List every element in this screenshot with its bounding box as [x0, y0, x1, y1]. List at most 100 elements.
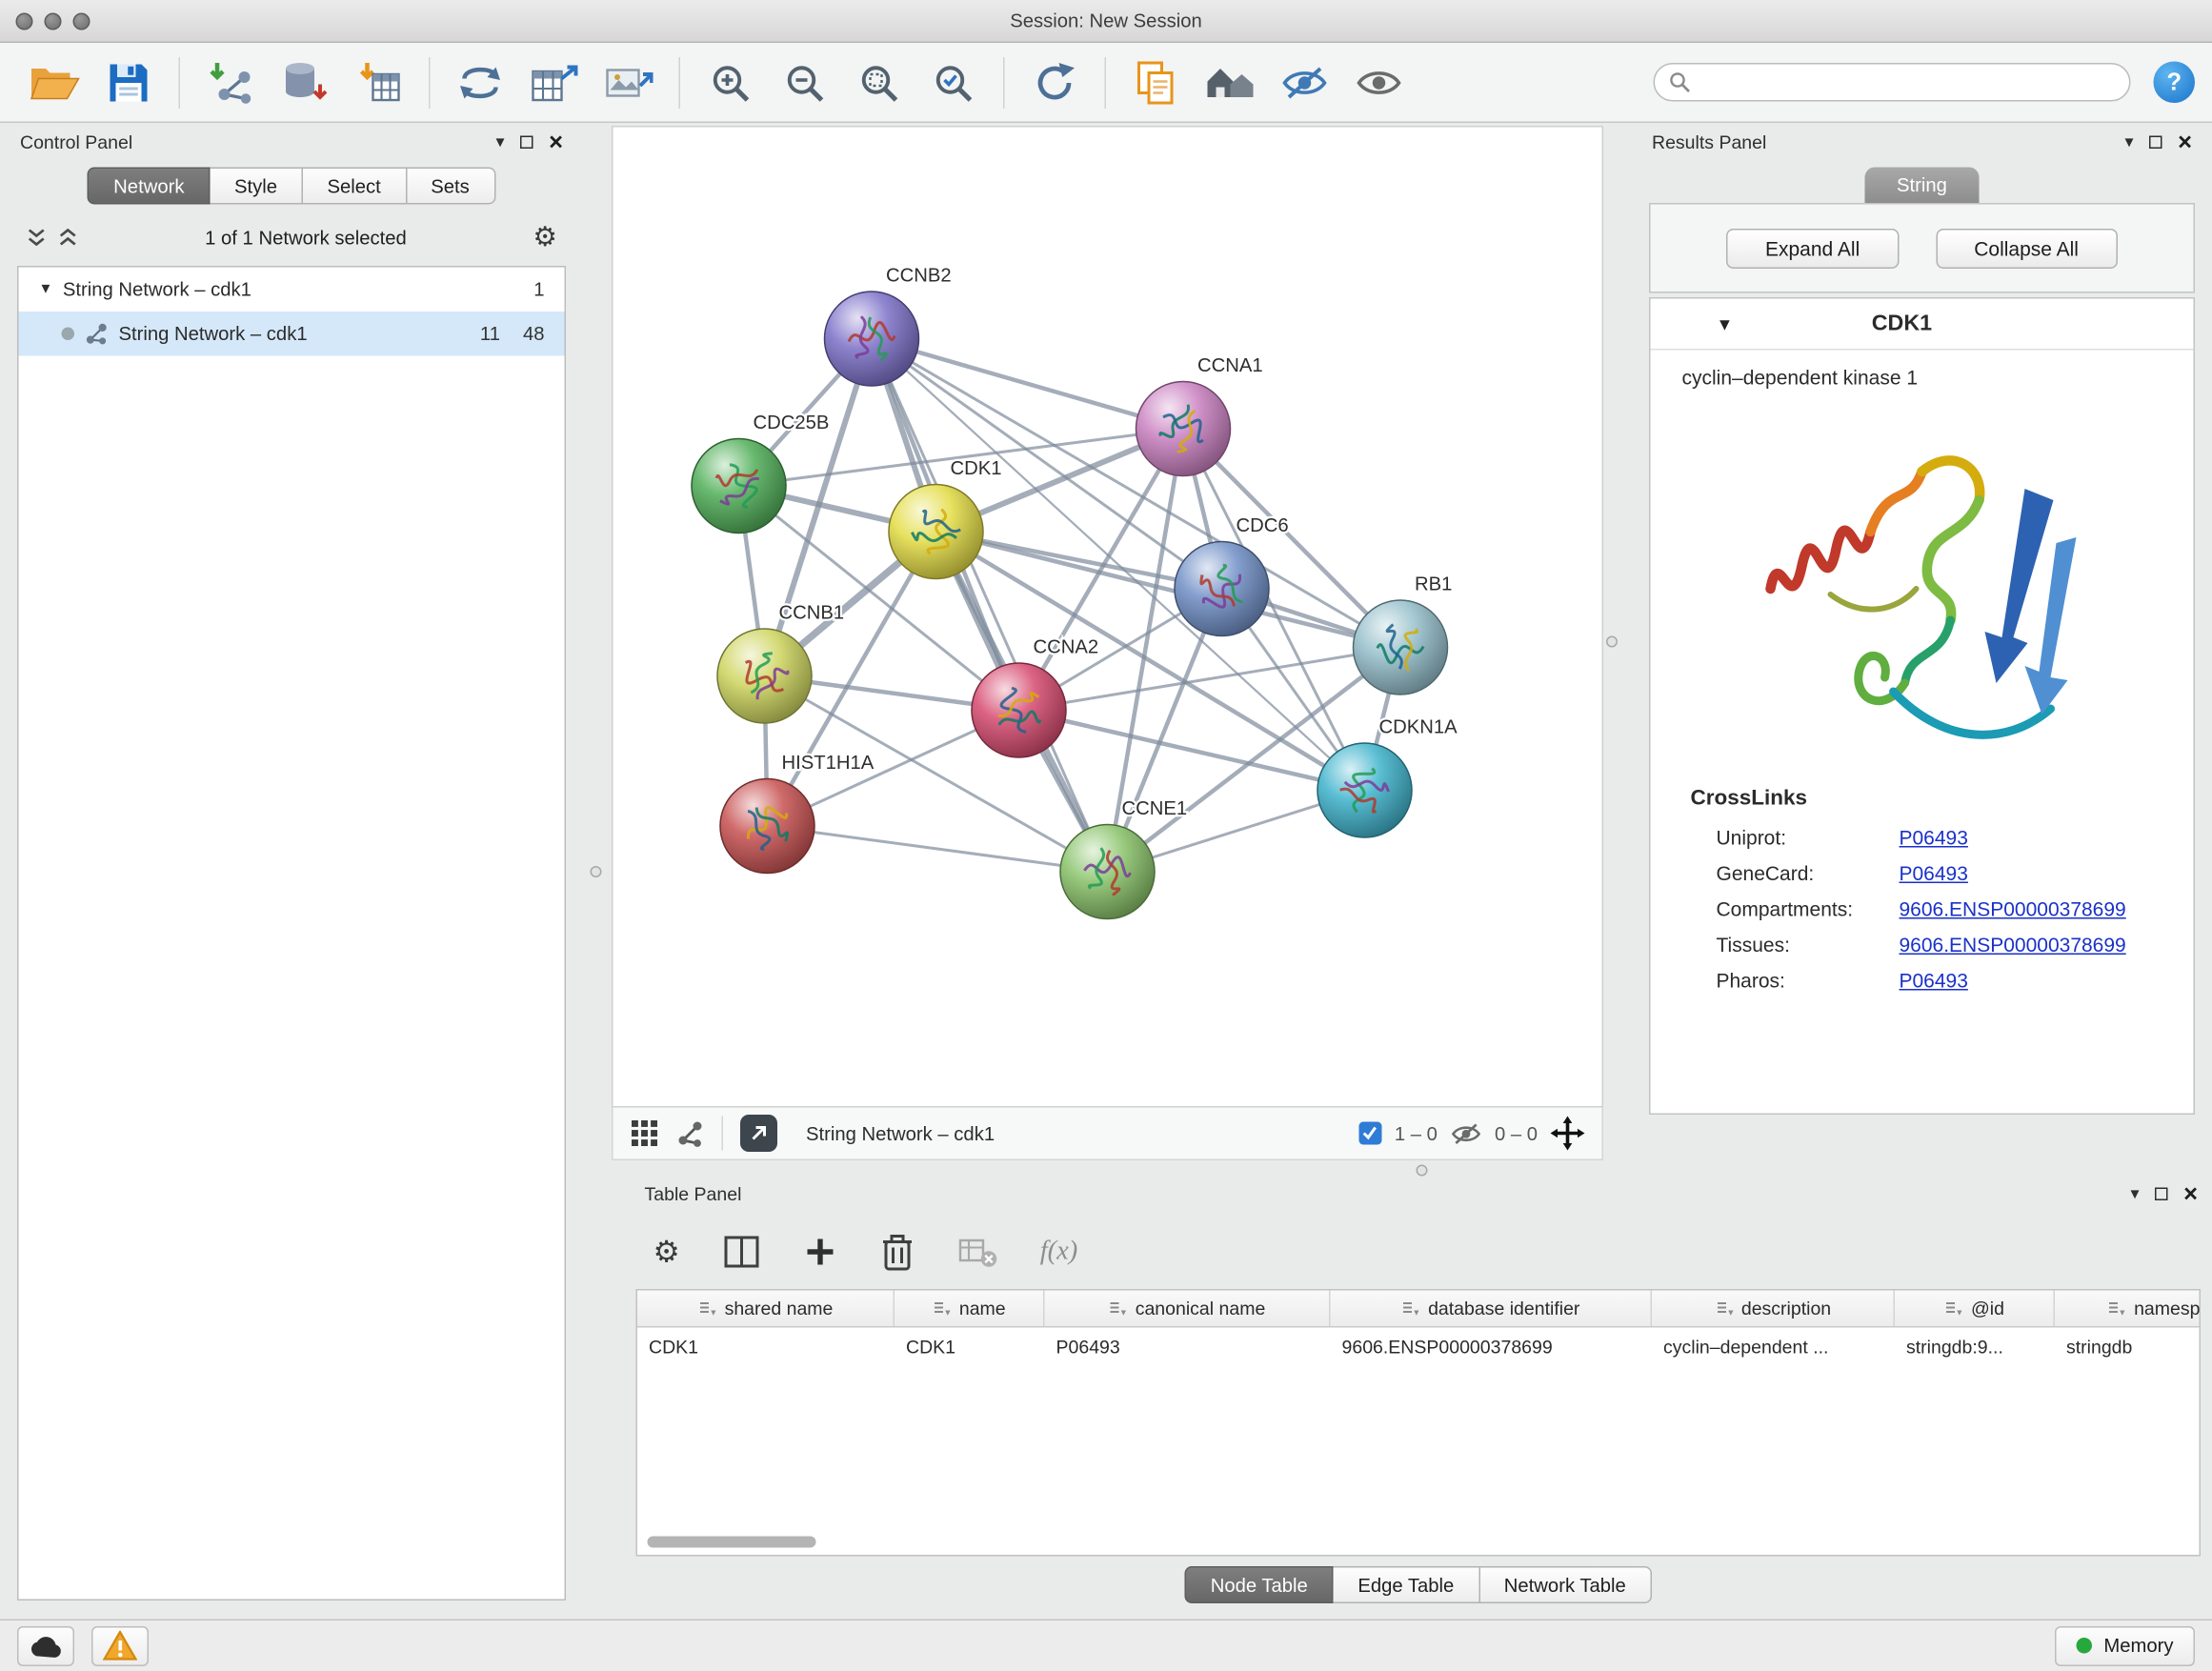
zoom-fit-button[interactable]: [842, 50, 916, 115]
import-network-database-button[interactable]: [268, 50, 342, 115]
save-floppy-icon: [108, 61, 151, 104]
network-view: CCNB2CCNA1CDC25BCDK1CDC6RB1CCNB1CCNA2CDK…: [612, 126, 1603, 1108]
selected-checkbox-icon[interactable]: [1358, 1122, 1381, 1145]
column-header-name[interactable]: name: [895, 1291, 1045, 1327]
tab-style[interactable]: Style: [210, 168, 303, 205]
crosslink-link[interactable]: 9606.ENSP00000378699: [1900, 934, 2126, 956]
crosslink-link[interactable]: P06493: [1900, 969, 1968, 992]
collapse-all-icon[interactable]: [26, 226, 48, 249]
column-header-shared-name[interactable]: shared name: [637, 1291, 895, 1327]
tab-string[interactable]: String: [1865, 168, 1980, 204]
import-network-file-button[interactable]: [193, 50, 268, 115]
panel-close-icon[interactable]: ×: [2183, 1181, 2198, 1206]
warnings-button[interactable]: [91, 1626, 149, 1666]
column-header-description[interactable]: description: [1652, 1291, 1895, 1327]
panel-menu-icon[interactable]: ▾: [496, 133, 505, 151]
zoom-in-icon: [709, 61, 752, 104]
hide-selected-button[interactable]: [1268, 50, 1342, 115]
tab-edge-table[interactable]: Edge Table: [1334, 1566, 1479, 1603]
crosslink-link[interactable]: P06493: [1900, 862, 1968, 885]
control-panel: Control Panel ▾ × Network Style Select S…: [11, 126, 572, 1603]
expand-all-button[interactable]: Expand All: [1726, 228, 1898, 268]
panel-menu-icon[interactable]: ▾: [2125, 133, 2134, 151]
vertical-splitter-handle[interactable]: [591, 866, 602, 877]
tree-caret-icon[interactable]: ▼: [39, 282, 53, 298]
table-settings-gear-icon[interactable]: ⚙: [654, 1237, 680, 1267]
column-header-canonical-name[interactable]: canonical name: [1045, 1291, 1331, 1327]
search-icon: [1669, 71, 1691, 93]
tab-network[interactable]: Network: [88, 168, 210, 205]
open-session-button[interactable]: [17, 50, 91, 115]
function-builder-button[interactable]: f(x): [1040, 1237, 1078, 1268]
crosslink-label: Pharos:: [1717, 969, 1900, 992]
table-row[interactable]: CDK1 CDK1 P06493 9606.ENSP00000378699 cy…: [637, 1328, 2200, 1365]
column-sort-icon: [932, 1299, 951, 1319]
network-row[interactable]: String Network – cdk1 11 48: [19, 312, 565, 356]
show-graphics-details-button[interactable]: [1342, 50, 1417, 115]
panel-float-icon[interactable]: [2155, 1187, 2168, 1200]
tab-sets[interactable]: Sets: [407, 168, 495, 205]
export-image-button[interactable]: [592, 50, 666, 115]
protein-details-card: ▼ CDK1 cyclin–dependent kinase 1 Cr: [1649, 297, 2195, 1115]
column-header-namespace[interactable]: namespace: [2055, 1291, 2201, 1327]
export-table-button[interactable]: [517, 50, 592, 115]
crosslink-label: GeneCard:: [1717, 862, 1900, 885]
horizontal-scrollbar-thumb[interactable]: [648, 1537, 816, 1548]
panel-menu-icon[interactable]: ▾: [2131, 1185, 2140, 1202]
show-columns-icon[interactable]: [723, 1234, 760, 1271]
delete-trash-icon[interactable]: [880, 1232, 915, 1272]
help-button[interactable]: ?: [2154, 62, 2196, 104]
refresh-layout-button[interactable]: [1017, 50, 1092, 115]
svg-text:CDC6: CDC6: [1237, 515, 1289, 536]
network-collection-row[interactable]: ▼ String Network – cdk1 1: [19, 268, 565, 312]
column-sort-icon: [1401, 1299, 1420, 1319]
column-header-database-identifier[interactable]: database identifier: [1331, 1291, 1653, 1327]
collapse-all-button[interactable]: Collapse All: [1936, 228, 2118, 268]
save-session-button[interactable]: [91, 50, 166, 115]
selected-counts: 1 – 0: [1395, 1122, 1438, 1144]
protein-collapse-caret-icon[interactable]: ▼: [1717, 313, 1734, 333]
import-table-file-button[interactable]: [342, 50, 416, 115]
svg-text:CDK1: CDK1: [951, 458, 1002, 479]
window-title: Session: New Session: [0, 0, 2212, 43]
cell-namespace: stringdb: [2055, 1328, 2201, 1365]
vertical-splitter-handle[interactable]: [1606, 636, 1618, 648]
panel-close-icon[interactable]: ×: [2178, 130, 2192, 154]
gear-icon[interactable]: ⚙: [533, 224, 557, 252]
tab-node-table[interactable]: Node Table: [1185, 1566, 1334, 1603]
hidden-eye-slash-icon[interactable]: [1450, 1121, 1481, 1146]
network-share-icon: [85, 322, 110, 347]
network-canvas-svg[interactable]: CCNB2CCNA1CDC25BCDK1CDC6RB1CCNB1CCNA2CDK…: [613, 128, 1602, 1107]
search-input[interactable]: [1700, 71, 2115, 93]
svg-text:RB1: RB1: [1415, 574, 1452, 595]
home-button[interactable]: [1194, 50, 1268, 115]
warning-triangle-icon: [103, 1631, 137, 1661]
panel-float-icon[interactable]: [2149, 135, 2162, 149]
crosslink-link[interactable]: P06493: [1900, 826, 1968, 849]
pan-move-icon[interactable]: [1551, 1117, 1585, 1151]
panel-close-icon[interactable]: ×: [549, 130, 563, 154]
search-box[interactable]: [1654, 63, 2131, 102]
zoom-in-button[interactable]: [694, 50, 768, 115]
expand-all-icon[interactable]: [57, 226, 79, 249]
add-column-plus-icon[interactable]: [803, 1235, 837, 1269]
zoom-selected-button[interactable]: [916, 50, 991, 115]
horizontal-splitter-handle[interactable]: [1417, 1165, 1428, 1177]
cell-database-identifier: 9606.ENSP00000378699: [1331, 1328, 1653, 1365]
tab-network-table[interactable]: Network Table: [1479, 1566, 1651, 1603]
crosslink-link[interactable]: 9606.ENSP00000378699: [1900, 897, 2126, 920]
hidden-counts: 0 – 0: [1495, 1122, 1538, 1144]
birds-eye-grid-icon[interactable]: [631, 1119, 659, 1148]
annotation-mode-button[interactable]: [740, 1115, 777, 1152]
copy-document-button[interactable]: [1119, 50, 1194, 115]
eye-icon: [1355, 64, 1403, 101]
memory-button[interactable]: Memory: [2055, 1626, 2195, 1666]
column-header-id[interactable]: @id: [1895, 1291, 2055, 1327]
export-network-button[interactable]: [443, 50, 517, 115]
panel-float-icon[interactable]: [520, 135, 533, 149]
zoom-out-button[interactable]: [768, 50, 842, 115]
svg-text:CCNE1: CCNE1: [1122, 798, 1188, 819]
network-overview-icon[interactable]: [676, 1119, 705, 1148]
tab-select[interactable]: Select: [303, 168, 407, 205]
cloud-button[interactable]: [17, 1626, 74, 1666]
